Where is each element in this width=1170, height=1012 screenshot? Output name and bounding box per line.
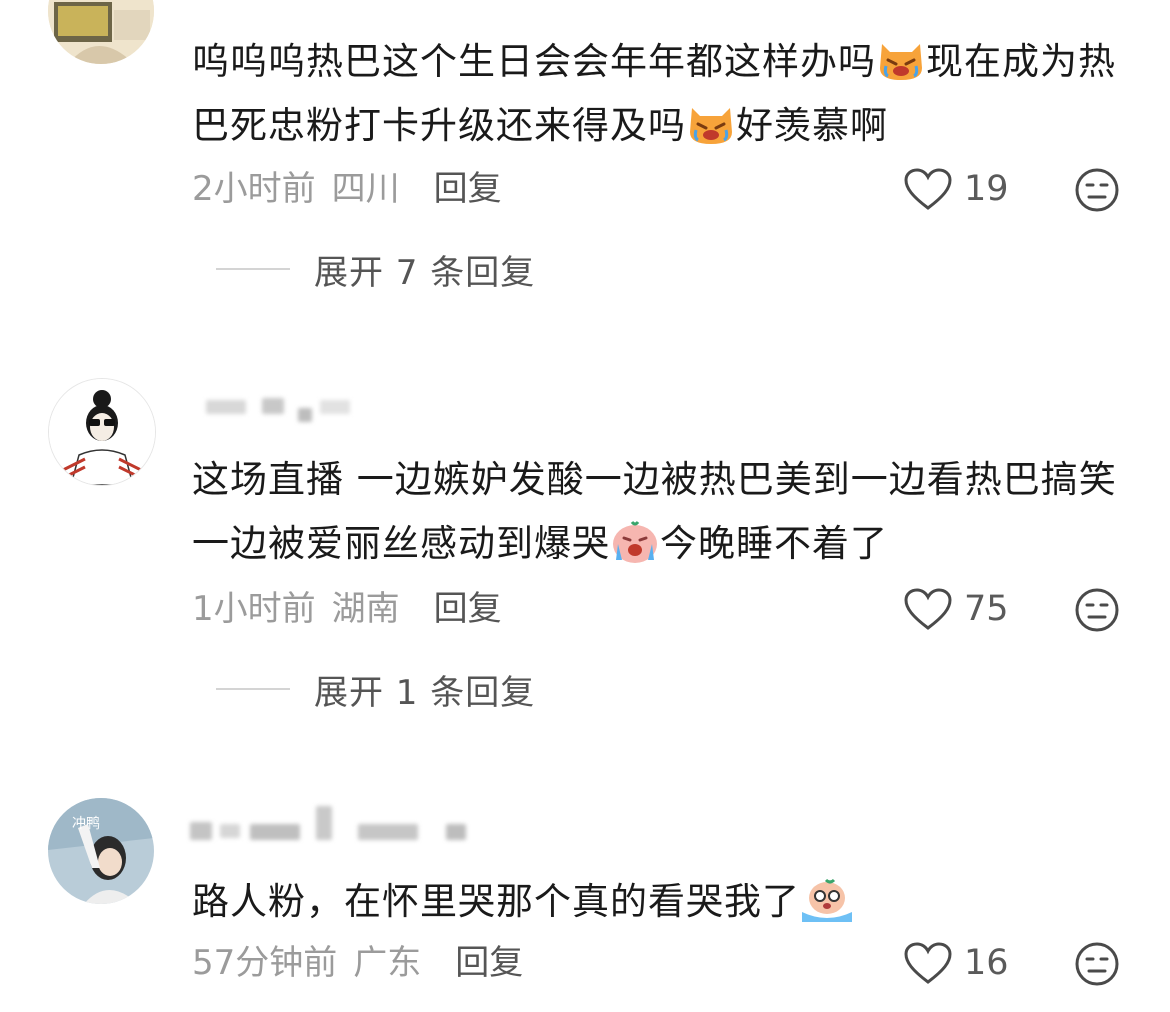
crying-cat-emoji-icon bbox=[876, 38, 926, 82]
reply-button[interactable]: 回复 bbox=[434, 169, 502, 209]
avatar[interactable] bbox=[48, 378, 156, 486]
avatar-caption: 冲鸭 bbox=[72, 816, 100, 832]
crying-face-emoji-icon bbox=[610, 520, 660, 564]
comment-text: 这场直播 一边嫉妒发酸一边被热巴美到一边看热巴搞笑一边被爱丽丝感动到爆哭 今晚睡不… bbox=[192, 448, 1132, 576]
comment-meta: 2小时前 四川 回复 19 bbox=[192, 164, 1132, 214]
comment-text-part: 呜呜呜热巴这个生日会会年年都这样办吗 bbox=[192, 40, 876, 83]
comment-text-part: 好羡慕啊 bbox=[736, 104, 888, 147]
comment-location: 广东 bbox=[353, 943, 422, 983]
reply-button[interactable]: 回复 bbox=[434, 589, 502, 629]
username-redacted[interactable] bbox=[190, 386, 480, 426]
expand-replies-label: 展开 1 条回复 bbox=[314, 672, 536, 713]
like-button[interactable]: 16 bbox=[904, 938, 1009, 988]
comment-time: 57分钟前 bbox=[192, 943, 338, 983]
comment-text: 路人粉，在怀里哭那个真的看哭我了 bbox=[192, 870, 1132, 934]
comment-text-part: 今晚睡不着了 bbox=[660, 522, 888, 565]
expand-replies-button[interactable]: 展开 7 条回复 bbox=[216, 244, 535, 294]
comment-location: 湖南 bbox=[331, 589, 400, 629]
dislike-button[interactable] bbox=[1074, 167, 1120, 213]
avatar[interactable]: 冲鸭 bbox=[48, 798, 154, 904]
neutral-face-icon bbox=[1075, 168, 1119, 212]
heart-icon bbox=[904, 942, 952, 984]
expand-divider bbox=[216, 268, 290, 270]
neutral-face-icon bbox=[1075, 942, 1119, 986]
neutral-face-icon bbox=[1075, 588, 1119, 632]
like-button[interactable]: 75 bbox=[904, 584, 1009, 634]
crying-cat-emoji-icon bbox=[686, 102, 736, 146]
reply-button[interactable]: 回复 bbox=[455, 943, 523, 983]
comment-text: 呜呜呜热巴这个生日会会年年都这样办吗 现在成为热巴死忠粉打卡升级还来得及吗 好羡慕啊 bbox=[192, 30, 1132, 158]
like-count: 16 bbox=[964, 943, 1009, 983]
expand-replies-label: 展开 7 条回复 bbox=[314, 252, 536, 293]
username-redacted[interactable] bbox=[190, 802, 480, 842]
like-count: 75 bbox=[964, 589, 1009, 629]
comment-text-part: 路人粉，在怀里哭那个真的看哭我了 bbox=[192, 880, 800, 923]
like-button[interactable]: 19 bbox=[904, 164, 1009, 214]
expand-replies-button[interactable]: 展开 1 条回复 bbox=[216, 664, 535, 714]
comment-time: 2小时前 bbox=[192, 169, 316, 209]
comment-meta: 1小时前 湖南 回复 75 bbox=[192, 584, 1132, 634]
comment-location: 四川 bbox=[331, 169, 400, 209]
comment-meta: 57分钟前 广东 回复 16 bbox=[192, 938, 1132, 988]
dislike-button[interactable] bbox=[1074, 941, 1120, 987]
sobbing-emoji-icon bbox=[800, 878, 852, 922]
like-count: 19 bbox=[964, 169, 1009, 209]
heart-icon bbox=[904, 588, 952, 630]
heart-icon bbox=[904, 168, 952, 210]
dislike-button[interactable] bbox=[1074, 587, 1120, 633]
expand-divider bbox=[216, 688, 290, 690]
avatar[interactable] bbox=[48, 0, 154, 64]
comment-time: 1小时前 bbox=[192, 589, 316, 629]
